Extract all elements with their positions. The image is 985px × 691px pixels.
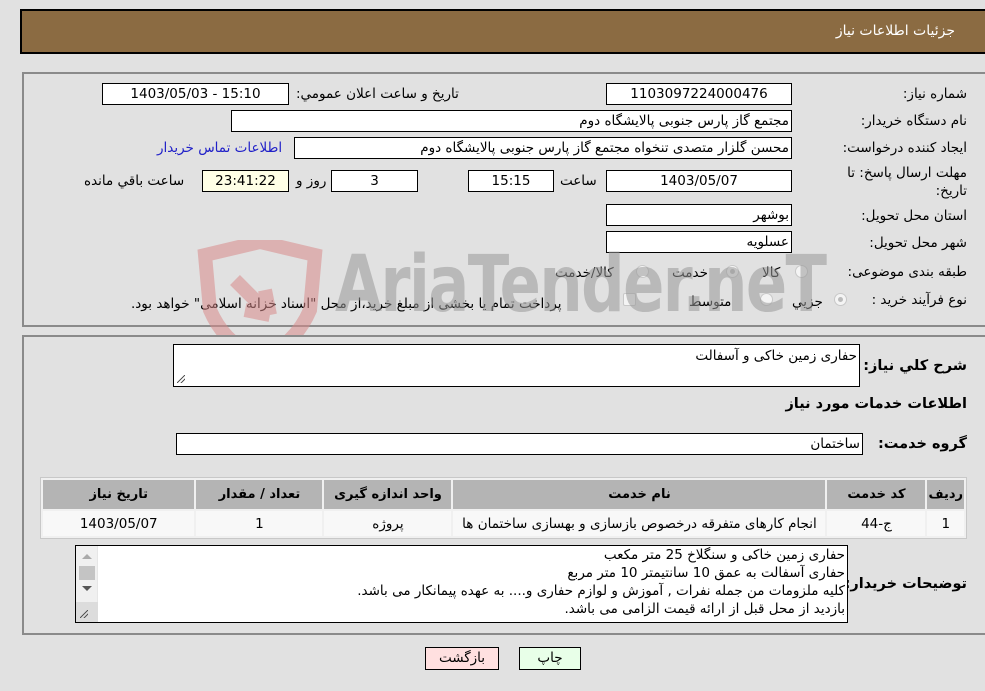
- notes-line: کلیه ملزومات من جمله نفرات , آموزش و لوا…: [357, 583, 845, 599]
- category-radio-goods-service[interactable]: [636, 265, 649, 278]
- service-group-field: ساختمان: [176, 433, 863, 455]
- col-need-date: تاریخ نیاز: [43, 480, 195, 509]
- description-text: حفاری زمین خاکی و آسفالت: [695, 348, 857, 364]
- resize-handle-icon[interactable]: [80, 610, 88, 618]
- category-option-goods: کالا: [762, 265, 781, 281]
- category-option-goods-service: کالا/خدمت: [555, 265, 614, 281]
- back-button[interactable]: بازگشت: [425, 647, 499, 670]
- province-field: بوشهر: [606, 204, 792, 226]
- city-field: عسلویه: [606, 231, 792, 253]
- col-unit: واحد اندازه گیری: [324, 480, 452, 509]
- deadline-date-field: 1403/05/07: [606, 170, 792, 192]
- cell-service-name: انجام کارهای متفرقه درخصوص بازسازی و بهس…: [453, 511, 826, 536]
- services-section-title: اطلاعات خدمات مورد نیاز: [785, 396, 967, 412]
- category-radio-goods[interactable]: [795, 265, 808, 278]
- remaining-time-field: 23:41:22: [202, 170, 289, 192]
- service-group-label: گروه خدمت:: [877, 436, 967, 452]
- page-title: جزئیات اطلاعات نیاز: [835, 23, 955, 39]
- scroll-down-icon[interactable]: [82, 586, 92, 591]
- cell-need-date: 1403/05/07: [43, 511, 195, 536]
- cell-unit: پروژه: [324, 511, 452, 536]
- process-label: نوع فرآیند خرید :: [871, 292, 967, 308]
- description-label: شرح کلي نیاز:: [863, 358, 967, 374]
- need-number-label: شماره نیاز:: [902, 86, 967, 102]
- col-service-code: کد خدمت: [827, 480, 926, 509]
- creator-label: ایجاد کننده درخواست:: [842, 140, 967, 156]
- col-service-name: نام خدمت: [453, 480, 826, 509]
- process-radio-minor[interactable]: [834, 293, 847, 306]
- deadline-time-field: 15:15: [468, 170, 554, 192]
- buyer-org-field: مجتمع گاز پارس جنوبی پالایشگاه دوم: [231, 110, 792, 132]
- process-option-medium: متوسط: [689, 294, 732, 310]
- notes-line: حفاری آسفالت به عمق 10 سانتیمتر 10 متر م…: [567, 565, 845, 581]
- table-row: 1 ج-44 انجام کارهای متفرقه درخصوص بازساز…: [43, 511, 964, 536]
- remaining-days-field: 3: [331, 170, 418, 192]
- services-table: ردیف کد خدمت نام خدمت واحد اندازه گیری ت…: [40, 477, 967, 539]
- deadline-label-date: تاریخ:: [935, 183, 967, 199]
- category-radio-service[interactable]: [726, 265, 739, 278]
- process-option-minor: جزيي: [792, 294, 823, 310]
- announce-label: تاریخ و ساعت اعلان عمومي:: [296, 86, 459, 102]
- cell-row-number: 1: [927, 511, 964, 536]
- remaining-label: ساعت باقي مانده: [84, 173, 185, 189]
- province-label: استان محل تحویل:: [861, 208, 967, 224]
- scroll-up-icon[interactable]: [82, 554, 92, 559]
- table-header-row: ردیف کد خدمت نام خدمت واحد اندازه گیری ت…: [43, 480, 964, 509]
- notes-line: حفاری زمین خاکی و سنگلاخ 25 متر مکعب: [603, 547, 845, 563]
- col-quantity: تعداد / مقدار: [196, 480, 323, 509]
- need-number-field: 1103097224000476: [606, 83, 792, 105]
- page-header: جزئیات اطلاعات نیاز: [20, 9, 985, 54]
- buyer-notes-label: توضیحات خریدار:: [844, 576, 967, 592]
- announce-datetime-field: 1403/05/03 - 15:10: [102, 83, 289, 105]
- print-button[interactable]: چاپ: [519, 647, 581, 670]
- treasury-checkbox[interactable]: [623, 293, 636, 306]
- description-field[interactable]: حفاری زمین خاکی و آسفالت: [173, 344, 860, 387]
- treasury-note: پرداخت تمام یا بخشی از مبلغ خرید،از محل …: [131, 296, 562, 312]
- buyer-notes-field[interactable]: حفاری زمین خاکی و سنگلاخ 25 متر مکعب حفا…: [75, 545, 848, 623]
- buyer-contact-link[interactable]: اطلاعات تماس خریدار: [157, 140, 282, 156]
- cell-quantity: 1: [196, 511, 323, 536]
- buyer-notes-text: حفاری زمین خاکی و سنگلاخ 25 متر مکعب حفا…: [102, 546, 845, 618]
- col-row-number: ردیف: [927, 480, 964, 509]
- category-option-service: خدمت: [672, 265, 708, 281]
- city-label: شهر محل تحویل:: [869, 235, 967, 251]
- resize-handle-icon[interactable]: [177, 375, 185, 383]
- process-radio-medium[interactable]: [760, 293, 773, 306]
- scroll-thumb[interactable]: [79, 566, 95, 580]
- deadline-time-label: ساعت: [560, 173, 597, 189]
- cell-service-code: ج-44: [827, 511, 926, 536]
- notes-scrollbar[interactable]: [76, 546, 98, 622]
- buyer-org-label: نام دستگاه خریدار:: [860, 113, 967, 129]
- category-label: طبقه بندی موضوعی:: [847, 264, 967, 280]
- scroll-corner: [76, 602, 98, 622]
- creator-field: محسن گلزار متصدی تنخواه مجتمع گاز پارس ج…: [294, 137, 792, 159]
- notes-line: بازدید از محل قبل از ارائه قیمت الزامی م…: [564, 601, 845, 617]
- deadline-label: مهلت ارسال پاسخ: تا: [847, 165, 967, 181]
- days-label: روز و: [296, 173, 327, 189]
